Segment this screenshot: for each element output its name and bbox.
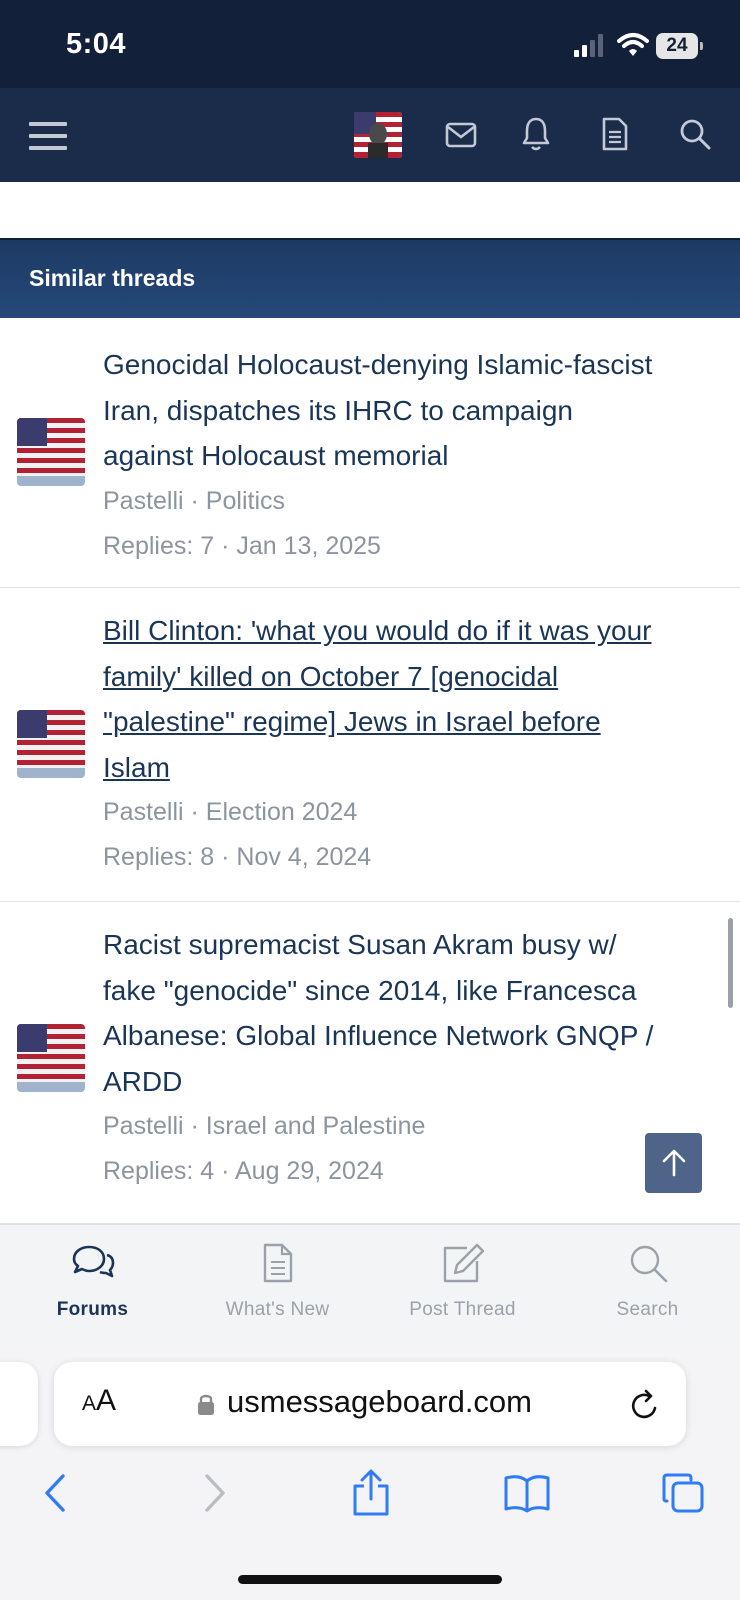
mail-icon [445, 122, 477, 148]
thread-title-line: Bill Clinton: 'what you would do if it w… [103, 615, 652, 646]
nav-label: Post Thread [409, 1299, 516, 1320]
thread-author-avatar[interactable] [17, 418, 85, 486]
document-icon [602, 117, 628, 151]
thread-title-line: Islam [103, 751, 170, 783]
thread-replies-date: Replies: 8 · Nov 4, 2024 [103, 843, 372, 871]
thread-title-line: fake "genocide" since 2014, like Frances… [103, 974, 637, 1006]
thread-author-forum: Pastelli · Election 2024 [103, 798, 358, 826]
whats-new-header-button[interactable] [598, 114, 632, 154]
thread-title-line: Iran, dispatches its IHRC to campaign [103, 394, 573, 426]
home-indicator[interactable] [238, 1575, 502, 1584]
section-title: Similar threads [29, 265, 196, 291]
nav-label: Forums [56, 1299, 129, 1320]
search-icon [630, 1245, 667, 1283]
document-icon [263, 1243, 292, 1283]
cellular-signal-icon [574, 34, 603, 57]
inbox-button[interactable] [442, 116, 480, 154]
flag-avatar-icon [17, 710, 85, 778]
content-spacer [0, 182, 740, 238]
thread-title-line: "palestine" regime] Jews in Israel befor… [103, 706, 601, 737]
nav-label: What's New [225, 1299, 330, 1320]
thread-item[interactable]: Bill Clinton: 'what you would do if it w… [0, 588, 740, 902]
thread-title-line: ARDD [103, 1065, 183, 1097]
thread-title-link[interactable]: Genocidal Holocaust-denying Islamic-fasc… [103, 342, 723, 479]
thread-body: Racist supremacist Susan Akram busy w/ f… [103, 922, 723, 1194]
thread-title-line: Albanese: Global Influence Network GNQP … [103, 1020, 654, 1051]
address-bar[interactable]: AA usmessageboard.com [54, 1362, 686, 1446]
menu-button[interactable] [26, 114, 70, 158]
reader-options-button[interactable]: AA [82, 1384, 116, 1418]
thread-author-forum: Pastelli · Israel and Palestine [103, 1112, 426, 1140]
bookmarks-icon [504, 1475, 550, 1513]
status-clock: 5:04 [66, 28, 127, 60]
tabs-icon [662, 1473, 704, 1513]
bookmarks-button[interactable] [502, 1466, 552, 1520]
site-header [0, 88, 740, 182]
battery-tip [700, 42, 703, 50]
lock-icon [198, 1394, 214, 1415]
thread-title-line: against Holocaust memorial [103, 440, 449, 471]
thread-author-avatar[interactable] [17, 710, 85, 778]
search-icon [680, 119, 711, 150]
url-text: usmessageboard.com [227, 1384, 532, 1419]
user-avatar[interactable] [354, 112, 402, 158]
thread-author-avatar[interactable] [17, 1024, 85, 1092]
thread-item[interactable]: Racist supremacist Susan Akram busy w/ f… [0, 902, 740, 1224]
thread-author-forum: Pastelli · Politics [103, 486, 285, 515]
back-icon [45, 1474, 65, 1512]
thread-title-link[interactable]: Racist supremacist Susan Akram busy w/ f… [103, 922, 723, 1104]
thread-title-line: Racist supremacist Susan Akram busy w/ [103, 929, 617, 960]
chat-bubbles-icon [72, 1245, 114, 1278]
aa-large: A [96, 1384, 117, 1417]
nav-forums[interactable]: Forums [0, 1239, 185, 1321]
thread-body: Genocidal Holocaust-denying Islamic-fasc… [103, 342, 723, 569]
scroll-to-top-button[interactable] [645, 1133, 702, 1193]
flag-avatar-icon [17, 1024, 85, 1092]
nav-search[interactable]: Search [555, 1239, 740, 1321]
edit-icon [443, 1243, 484, 1283]
thread-title-line: family' killed on October 7 [genocidal [103, 660, 559, 692]
thread-item[interactable]: Genocidal Holocaust-denying Islamic-fasc… [0, 318, 740, 588]
nav-whats-new[interactable]: What's New [185, 1239, 370, 1321]
thread-title-line: Genocidal Holocaust-denying Islamic-fasc… [103, 349, 653, 380]
forward-icon [205, 1474, 225, 1512]
thread-title-link[interactable]: Bill Clinton: 'what you would do if it w… [103, 608, 723, 790]
aa-small: A [82, 1392, 97, 1415]
battery-indicator: 24 [656, 33, 704, 59]
arrow-up-icon [662, 1149, 685, 1177]
tabs-button[interactable] [658, 1466, 708, 1520]
wifi-icon [617, 33, 649, 56]
alerts-button[interactable] [518, 114, 554, 154]
bell-icon [522, 117, 550, 151]
forward-button[interactable] [190, 1466, 240, 1520]
reload-icon[interactable] [629, 1388, 661, 1422]
thread-replies-date: Replies: 4 · Aug 29, 2024 [103, 1157, 384, 1185]
nav-label: Search [616, 1299, 679, 1320]
previous-tab-preview[interactable] [0, 1362, 38, 1446]
battery-level: 24 [656, 33, 698, 59]
header-search-button[interactable] [676, 114, 714, 154]
similar-threads-header: Similar threads [0, 238, 740, 318]
flag-avatar-icon [17, 418, 85, 486]
flag-avatar-icon [354, 112, 402, 158]
share-icon [353, 1469, 389, 1516]
share-button[interactable] [346, 1466, 396, 1520]
page-scrollbar[interactable] [728, 918, 733, 1008]
thread-body: Bill Clinton: 'what you would do if it w… [103, 608, 723, 880]
nav-post-thread[interactable]: Post Thread [370, 1239, 555, 1321]
forum-bottom-nav: Forums What's New Post Thread Search [0, 1224, 740, 1346]
thread-replies-date: Replies: 7 · Jan 13, 2025 [103, 531, 381, 560]
status-bar: 5:04 24 [0, 0, 740, 88]
hamburger-menu-icon [29, 122, 67, 150]
back-button[interactable] [30, 1466, 80, 1520]
